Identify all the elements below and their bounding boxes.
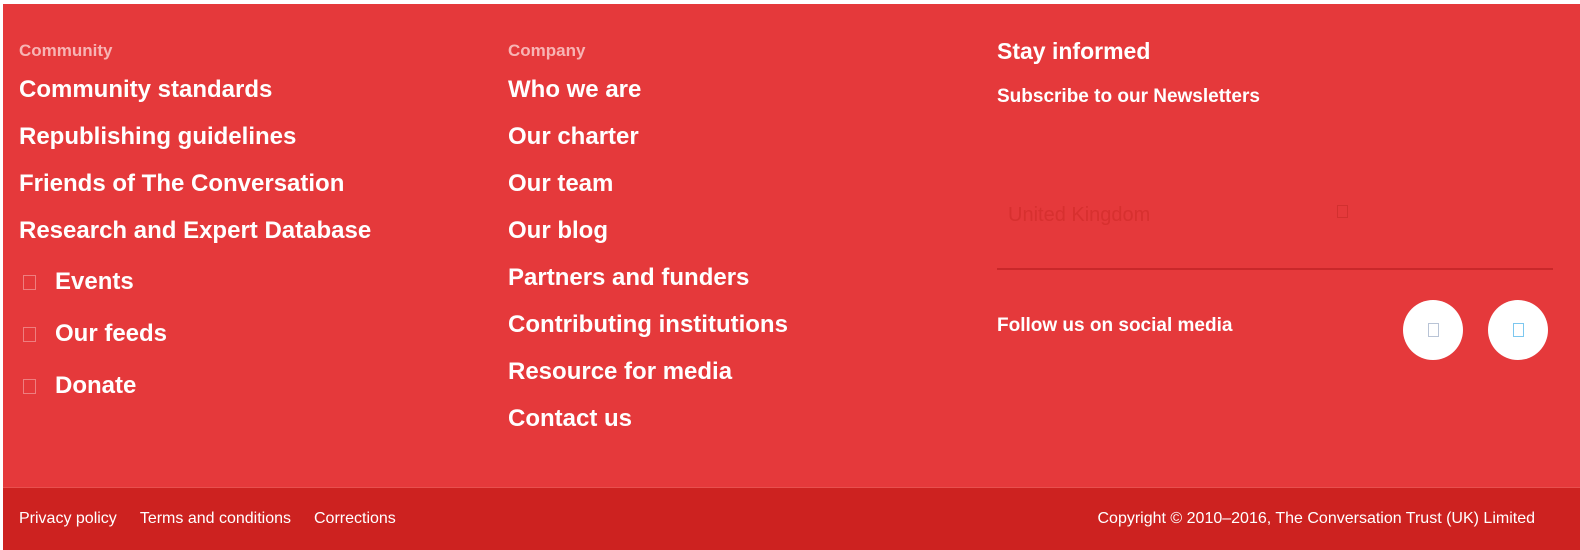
resource-for-media-link[interactable]: Resource for media [508,358,732,386]
our-team-link[interactable]: Our team [508,170,613,198]
community-heading: Community [19,41,113,60]
list-item: Research and Expert Database [19,207,489,254]
community-links: Community standards Republishing guideli… [19,66,489,254]
twitter-icon [1512,323,1524,337]
list-item: Community standards [19,66,489,113]
list-item: Donate [19,360,489,412]
company-links: Who we are Our charter Our team Our blog… [508,66,978,442]
events-icon [23,274,36,290]
donate-icon [23,378,36,394]
footer-bottom-bar: Privacy policy Terms and conditions Corr… [3,487,1580,550]
terms-link[interactable]: Terms and conditions [140,509,291,529]
site-footer: Community Community standards Republishi… [3,4,1580,550]
list-item: Our charter [508,113,978,160]
list-item: Contributing institutions [508,301,978,348]
company-heading: Company [508,41,586,60]
contributing-institutions-link[interactable]: Contributing institutions [508,311,788,339]
community-column: Community Community standards Republishi… [19,40,489,412]
who-we-are-link[interactable]: Who we are [508,76,641,104]
friends-link[interactable]: Friends of The Conversation [19,170,344,198]
copyright-text: Copyright © 2010–2016, The Conversation … [1097,510,1536,527]
republishing-guidelines-link[interactable]: Republishing guidelines [19,123,296,151]
our-blog-link[interactable]: Our blog [508,217,608,245]
stay-informed-title: Stay informed [997,38,1151,64]
community-icon-links: Events Our feeds Donate [19,256,489,412]
privacy-policy-link[interactable]: Privacy policy [19,509,117,529]
events-link[interactable]: Events [55,268,134,296]
corrections-link[interactable]: Corrections [314,509,396,529]
feeds-icon [23,326,36,342]
edition-select[interactable]: United Kingdom [997,200,1553,270]
list-item: Republishing guidelines [19,113,489,160]
list-item: Events [19,256,489,308]
company-column: Company Who we are Our charter Our team … [508,40,978,442]
our-feeds-link[interactable]: Our feeds [55,320,167,348]
our-charter-link[interactable]: Our charter [508,123,639,151]
list-item: Contact us [508,395,978,442]
partners-funders-link[interactable]: Partners and funders [508,264,749,292]
twitter-button[interactable] [1488,300,1548,360]
subscribe-label: Subscribe to our Newsletters [997,86,1260,107]
donate-link[interactable]: Donate [55,372,136,400]
list-item: Friends of The Conversation [19,160,489,207]
expert-database-link[interactable]: Research and Expert Database [19,217,371,245]
facebook-button[interactable] [1403,300,1463,360]
edition-select-value: United Kingdom [1008,204,1151,226]
facebook-icon [1427,323,1439,337]
list-item: Our team [508,160,978,207]
footer-main: Community Community standards Republishi… [3,4,1580,487]
social-label: Follow us on social media [997,315,1233,336]
list-item: Partners and funders [508,254,978,301]
community-standards-link[interactable]: Community standards [19,76,272,104]
list-item: Our blog [508,207,978,254]
stay-informed-column: Stay informed Subscribe to our Newslette… [997,38,1557,360]
legal-links: Privacy policy Terms and conditions Corr… [19,509,419,529]
list-item: Resource for media [508,348,978,395]
list-item: Our feeds [19,308,489,360]
list-item: Who we are [508,66,978,113]
chevron-down-icon [1337,205,1348,218]
contact-us-link[interactable]: Contact us [508,405,632,433]
